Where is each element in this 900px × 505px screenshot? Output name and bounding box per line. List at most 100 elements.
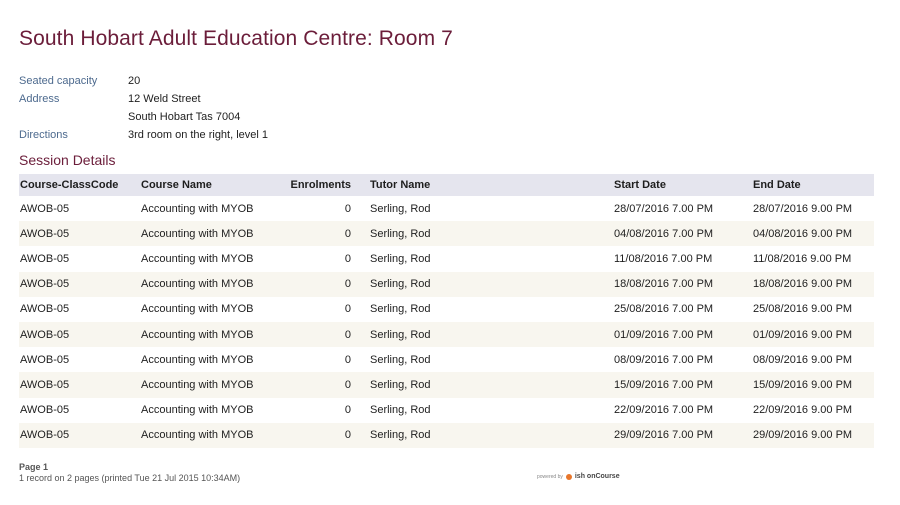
- end-date-cell: 11/08/2016 9.00 PM: [753, 252, 852, 265]
- section-title: Session Details: [19, 152, 116, 168]
- tutor-name-cell: Serling, Rod: [369, 271, 613, 297]
- class-code-cell: AWOB-05: [19, 221, 140, 247]
- meta-row-directions: Directions 3rd room on the right, level …: [19, 126, 268, 144]
- meta-row-address-line2: South Hobart Tas 7004: [19, 108, 268, 126]
- end-date-cell: 08/09/2016 9.00 PM: [753, 353, 853, 366]
- meta-label: Directions: [19, 129, 68, 141]
- enrolments-cell: 0: [266, 422, 369, 448]
- start-date-cell: 29/09/2016 7.00 PM: [613, 422, 752, 448]
- class-code-cell: AWOB-05: [19, 422, 140, 448]
- meta-row-capacity: Seated capacity 20: [19, 72, 268, 90]
- course-name-cell: Accounting with MYOB: [140, 372, 266, 398]
- end-date-cell: 15/09/2016 9.00 PM: [752, 372, 874, 398]
- end-date-cell: 22/09/2016 9.00 PM: [753, 404, 853, 417]
- tutor-name-cell: Serling, Rod: [370, 303, 431, 316]
- meta-value: 12 Weld Street: [128, 93, 201, 105]
- powered-by-label: powered by: [537, 473, 563, 480]
- powered-by-badge: powered by ish onCourse: [537, 473, 620, 480]
- tutor-name-cell: Serling, Rod: [369, 221, 613, 247]
- tutor-name-cell: Serling, Rod: [370, 252, 431, 265]
- meta-value: 20: [128, 75, 141, 87]
- start-date-cell: 15/09/2016 7.00 PM: [613, 372, 752, 398]
- tutor-name-cell: Serling, Rod: [369, 321, 613, 348]
- ish-logo-icon: [565, 473, 572, 480]
- table-row: AWOB-05 Accounting with MYOB 0 Serling, Rod…: [19, 221, 874, 247]
- class-code-cell: AWOB-05: [20, 303, 70, 316]
- meta-value: South Hobart Tas 7004: [128, 111, 241, 123]
- enrolments-cell: 0: [344, 252, 351, 265]
- class-code-cell: AWOB-05: [19, 271, 140, 297]
- table-row: AWOB-05 Accounting with MYOB 0 Serling, Rod…: [19, 297, 874, 322]
- enrolments-cell: 0: [344, 404, 351, 417]
- page-title: South Hobart Adult Education Centre: Roo…: [19, 27, 453, 50]
- start-date-cell: 22/09/2016 7.00 PM: [614, 404, 714, 417]
- course-name-cell: Accounting with MYOB: [140, 271, 266, 297]
- course-name-cell: Accounting with MYOB: [140, 221, 266, 247]
- class-code-cell: AWOB-05: [20, 252, 70, 265]
- enrolments-cell: 0: [344, 353, 351, 366]
- class-code-cell: AWOB-05: [20, 202, 70, 215]
- end-date-cell: 18/08/2016 9.00 PM: [752, 271, 874, 297]
- start-date-cell: 28/07/2016 7.00 PM: [614, 202, 714, 215]
- enrolments-cell: 0: [266, 321, 369, 348]
- page-number: Page 1: [19, 462, 49, 472]
- end-date-cell: 04/08/2016 9.00 PM: [752, 221, 874, 247]
- course-name-cell: Accounting with MYOB: [141, 202, 254, 215]
- enrolments-cell: 0: [266, 271, 369, 297]
- column-header: Course Name: [140, 174, 266, 196]
- table-row: AWOB-05 Accounting with MYOB 0 Serling, Rod…: [19, 321, 874, 348]
- end-date-cell: 01/09/2016 9.00 PM: [752, 321, 874, 348]
- table-row: AWOB-05 Accounting with MYOB 0 Serling, Rod…: [19, 246, 874, 271]
- class-code-cell: AWOB-05: [20, 404, 70, 417]
- class-code-cell: AWOB-05: [19, 372, 140, 398]
- meta-row-address: Address 12 Weld Street: [19, 90, 268, 108]
- table-header-row: Course-ClassCode Course Name Enrolments …: [19, 174, 874, 196]
- brand-name: ish onCourse: [574, 473, 620, 480]
- table-row: AWOB-05 Accounting with MYOB 0 Serling, Rod…: [19, 422, 874, 448]
- print-summary: 1 record on 2 pages (printed Tue 21 Jul …: [19, 473, 241, 483]
- tutor-name-cell: Serling, Rod: [370, 404, 431, 417]
- course-name-cell: Accounting with MYOB: [141, 303, 254, 316]
- meta-label: Address: [19, 93, 60, 105]
- start-date-cell: 01/09/2016 7.00 PM: [613, 321, 752, 348]
- class-code-cell: AWOB-05: [20, 353, 70, 366]
- start-date-cell: 08/09/2016 7.00 PM: [614, 353, 714, 366]
- column-header: Start Date: [613, 174, 752, 196]
- course-name-cell: Accounting with MYOB: [140, 422, 266, 448]
- enrolments-cell: 0: [344, 202, 351, 215]
- tutor-name-cell: Serling, Rod: [370, 353, 431, 366]
- tutor-name-cell: Serling, Rod: [370, 202, 431, 215]
- start-date-cell: 04/08/2016 7.00 PM: [613, 221, 752, 247]
- table-row: AWOB-05 Accounting with MYOB 0 Serling, Rod…: [19, 398, 874, 423]
- course-name-cell: Accounting with MYOB: [141, 252, 254, 265]
- end-date-cell: 28/07/2016 9.00 PM: [753, 202, 853, 215]
- page-footer: Page 1 1 record on 2 pages (printed Tue …: [19, 462, 240, 484]
- tutor-name-cell: Serling, Rod: [369, 422, 613, 448]
- room-details: Seated capacity 20 Address 12 Weld Stree…: [19, 72, 268, 144]
- meta-label: Seated capacity: [19, 75, 98, 87]
- end-date-cell: 29/09/2016 9.00 PM: [752, 422, 874, 448]
- start-date-cell: 25/08/2016 7.00 PM: [614, 303, 714, 316]
- table-body: AWOB-05 Accounting with MYOB 0 Serling, Rod…: [19, 196, 874, 448]
- class-code-cell: AWOB-05: [19, 321, 140, 348]
- table-row: AWOB-05 Accounting with MYOB 0 Serling, Rod…: [19, 372, 874, 398]
- end-date-cell: 25/08/2016 9.00 PM: [753, 303, 853, 316]
- course-name-cell: Accounting with MYOB: [141, 353, 254, 366]
- table-row: AWOB-05 Accounting with MYOB 0 Serling, Rod…: [19, 347, 874, 372]
- meta-value: 3rd room on the right, level 1: [128, 129, 269, 141]
- table-row: AWOB-05 Accounting with MYOB 0 Serling, Rod…: [19, 271, 874, 297]
- course-name-cell: Accounting with MYOB: [140, 321, 266, 348]
- table-row: AWOB-05 Accounting with MYOB 0 Serling, Rod…: [19, 196, 874, 221]
- enrolments-cell: 0: [266, 372, 369, 398]
- column-header: End Date: [752, 174, 874, 196]
- column-header: Tutor Name: [369, 174, 613, 196]
- column-header: Enrolments: [266, 174, 369, 196]
- meta-label: [19, 108, 128, 126]
- enrolments-cell: 0: [344, 303, 351, 316]
- start-date-cell: 11/08/2016 7.00 PM: [614, 252, 713, 265]
- enrolments-cell: 0: [266, 221, 369, 247]
- column-header: Course-ClassCode: [19, 174, 140, 196]
- course-name-cell: Accounting with MYOB: [141, 404, 254, 417]
- session-table: Course-ClassCode Course Name Enrolments …: [19, 174, 874, 448]
- start-date-cell: 18/08/2016 7.00 PM: [613, 271, 752, 297]
